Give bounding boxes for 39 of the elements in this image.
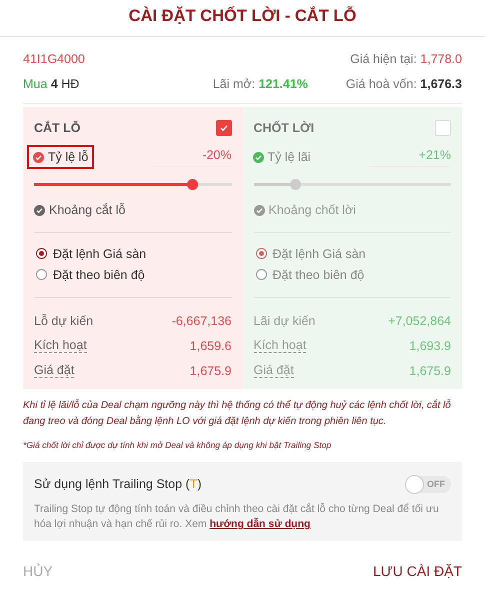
row-value: 1,693.9	[409, 338, 451, 352]
row-label: Giá đặt	[34, 363, 74, 378]
range-label[interactable]: Khoảng cắt lỗ	[49, 203, 126, 217]
trailing-stop-description: Trailing Stop tự động tính toán và điều chỉnh theo cài đặt cắt lỗ cho từng Deal để tối ưu hóa lợi nhuận và hạn chế rủi ro. Xem hướng dẫn sử dụng	[34, 502, 440, 532]
radio-option[interactable]: Đặt theo biên độ	[36, 264, 232, 285]
rate-value: -20%	[152, 148, 232, 166]
breakeven-price: Giá hoà vốn: 1,676.3	[346, 76, 462, 90]
checkbox[interactable]	[216, 120, 232, 136]
position-info: Mua 4 HĐ	[23, 76, 80, 90]
tick-icon	[218, 123, 228, 133]
open-profit: Lãi mở: 121.41%	[212, 76, 308, 90]
current-price: Giá hiện tại: 1,778.0	[350, 52, 462, 66]
row-label: Kích hoạt	[34, 338, 87, 353]
footnote: *Giá chốt lời chỉ được dự tính khi mở Deal và không áp dụng khi bật Trailing Stop	[23, 440, 332, 450]
row-label: Lãi dự kiến	[254, 314, 316, 328]
row-label: Giá đặt	[254, 363, 294, 378]
row-value: +7,052,864	[388, 314, 451, 328]
warning-note: Khi tỉ lệ lãi/lỗ của Deal chạm ngưỡng này thì hệ thống có thể tự động huỷ các lệnh chốt lời, cắt lỗ đang treo và đóng Deal bằng lệnh LO với giá đặt lệnh dự kiến trong phiên liên tục.	[23, 398, 452, 429]
panel-title: CẮT LỖ	[34, 121, 81, 135]
row-label: Kích hoạt	[254, 338, 306, 353]
panel-title: CHỐT LỜI	[254, 121, 314, 135]
symbol-code: 41I1G4000	[23, 52, 85, 66]
row-value: 1,659.6	[190, 338, 232, 352]
row-value: 1,675.9	[409, 364, 451, 378]
rate-label: Tỷ lệ lãi	[268, 150, 311, 164]
row-value: -6,667,136	[172, 314, 232, 328]
trailing-stop-title: Sử dụng lệnh Trailing Stop (T)	[34, 477, 202, 491]
guide-link[interactable]: hướng dẫn sử dụng	[210, 518, 310, 530]
check-icon	[34, 204, 45, 216]
dialog-title: CÀI ĐẶT CHỐT LỜI - CẮT LỖ	[0, 0, 485, 37]
rate-value: +21%	[368, 148, 451, 166]
check-icon	[252, 152, 264, 162]
rate-label: Tỷ lệ lỗ	[48, 150, 88, 164]
row-label: Lỗ dự kiến	[34, 314, 94, 328]
radio-option[interactable]: Đặt lệnh Giá sàn	[36, 243, 232, 264]
check-icon	[33, 152, 44, 162]
check-icon	[254, 204, 264, 216]
row-value: 1,675.9	[190, 364, 232, 378]
save-button[interactable]: LƯU CÀI ĐẶT	[373, 561, 462, 581]
